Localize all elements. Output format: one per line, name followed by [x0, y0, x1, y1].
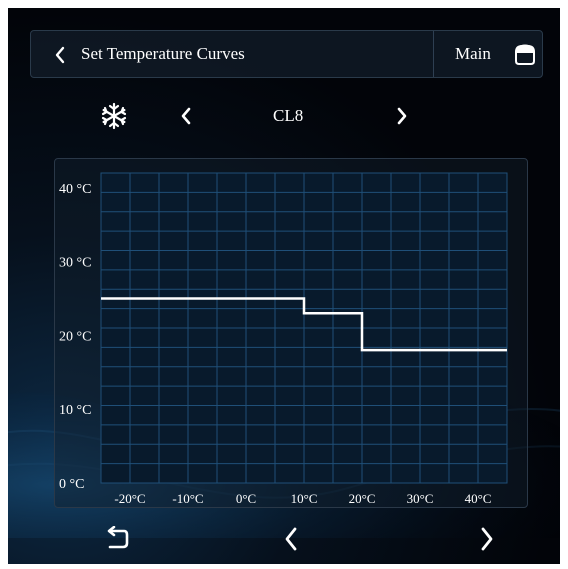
header-bar: Set Temperature Curves Main: [30, 30, 543, 78]
mode-selector: CL8: [8, 100, 560, 136]
page-title: Set Temperature Curves: [81, 44, 245, 63]
screen: Set Temperature Curves Main CL8 0 °C 10 …: [8, 8, 560, 564]
curve-label: CL8: [273, 106, 304, 125]
chevron-right-icon[interactable]: [478, 526, 496, 552]
y-tick-label: 40 °C: [59, 182, 91, 197]
temperature-curve-chart[interactable]: 0 °C 10 °C 20 °C 30 °C 40 °C -20°C -10°C 0°C 10°…: [55, 159, 529, 509]
x-tick-label: 10°C: [291, 491, 318, 506]
undo-icon[interactable]: [104, 526, 130, 552]
y-tick-label: 20 °C: [59, 329, 91, 344]
chevron-left-icon[interactable]: [53, 46, 67, 64]
y-tick-label: 0 °C: [59, 477, 84, 492]
mode-next-button[interactable]: [394, 106, 410, 126]
chevron-left-icon[interactable]: [282, 526, 300, 552]
bottom-nav: [8, 520, 560, 564]
x-tick-label: 0°C: [236, 491, 256, 506]
snowflake-icon: [101, 102, 127, 130]
x-tick-label: 30°C: [407, 491, 434, 506]
main-button[interactable]: Main: [455, 44, 491, 64]
header-divider: [433, 31, 434, 77]
y-tick-label: 10 °C: [59, 403, 91, 418]
y-tick-label: 30 °C: [59, 256, 91, 271]
x-tick-label: -20°C: [114, 491, 145, 506]
mode-prev-button[interactable]: [178, 106, 194, 126]
x-tick-label: 20°C: [349, 491, 376, 506]
chart-panel: 0 °C 10 °C 20 °C 30 °C 40 °C -20°C -10°C 0°C 10°…: [54, 158, 528, 508]
x-tick-label: 40°C: [465, 491, 492, 506]
home-icon[interactable]: [513, 43, 537, 67]
x-tick-label: -10°C: [172, 491, 203, 506]
